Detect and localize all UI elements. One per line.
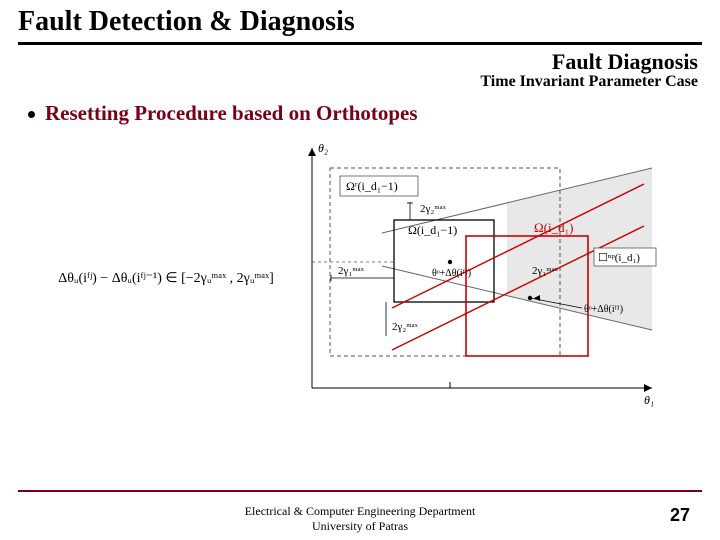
diagram: θ₂ θ₁ Ωʳ(i_d₁−1) Ω(i_d₁−1) Ω(i_d₁) xyxy=(282,138,662,418)
page-number: 27 xyxy=(670,505,690,526)
label-2g1-left: 2γ₁ᵐᵃˣ xyxy=(338,265,365,277)
label-2g2-bot: 2γ₂ᵐᵃˣ xyxy=(392,321,419,333)
footer-line2: University of Patras xyxy=(245,519,476,534)
footer-rule xyxy=(18,490,702,492)
main-title: Fault Detection & Diagnosis xyxy=(18,6,702,38)
footer: Electrical & Computer Engineering Depart… xyxy=(0,504,720,534)
subtitle-block: Fault Diagnosis Time Invariant Parameter… xyxy=(0,45,720,91)
label-2g2-top: 2γ₂ᵐᵃˣ xyxy=(420,203,447,215)
axis-x-label: θ₁ xyxy=(644,393,654,407)
title-block: Fault Detection & Diagnosis xyxy=(0,0,720,40)
label-theta-o2: θᵒ+Δθ(iᶠ¹) xyxy=(584,304,623,315)
label-omega: Ω(i_d₁−1) xyxy=(408,223,457,237)
bullet-text: Resetting Procedure based on Orthotopes xyxy=(45,101,418,126)
footer-text: Electrical & Computer Engineering Depart… xyxy=(245,504,476,534)
label-2g1-right: 2γ₁ᵐᵃˣ xyxy=(532,265,559,277)
label-np: ☐ⁿᵖ(i_d₁) xyxy=(598,252,640,264)
formula-text: Δθᵤ(iᶠʲ) − Δθᵤ(iᶠʲ⁻¹) ∈ [−2γᵤᵐᵃˣ , 2γᵤᵐᵃ… xyxy=(58,270,274,287)
bullet-icon xyxy=(28,111,35,118)
axis-y-label: θ₂ xyxy=(318,141,328,155)
label-omega-red: Ω(i_d₁) xyxy=(534,220,573,235)
label-theta-o: θᵒ+Δθ(iᶠ¹) xyxy=(432,268,471,279)
subtitle-secondary: Time Invariant Parameter Case xyxy=(0,73,698,91)
label-omega-r: Ωʳ(i_d₁−1) xyxy=(346,179,398,193)
subtitle: Fault Diagnosis xyxy=(0,49,698,75)
bullet-row: Resetting Procedure based on Orthotopes xyxy=(0,91,720,126)
slide: Fault Detection & Diagnosis Fault Diagno… xyxy=(0,0,720,540)
footer-line1: Electrical & Computer Engineering Depart… xyxy=(245,504,476,519)
content-row: Δθᵤ(iᶠʲ) − Δθᵤ(iᶠʲ⁻¹) ∈ [−2γᵤᵐᵃˣ , 2γᵤᵐᵃ… xyxy=(0,126,720,418)
